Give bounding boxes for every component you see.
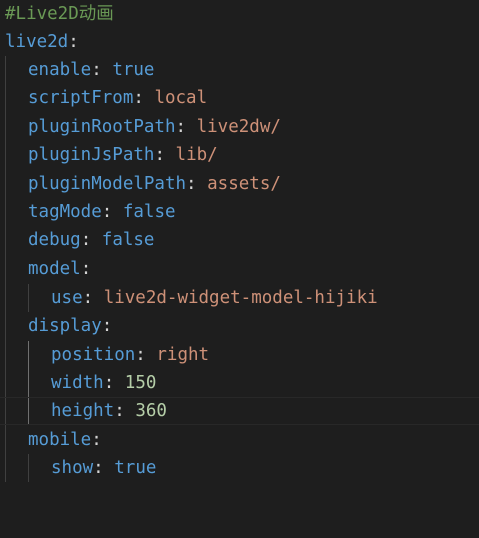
colon: : (103, 373, 115, 393)
yaml-value-position: right (156, 345, 210, 365)
colon: : (175, 117, 187, 137)
yaml-key-position: position (51, 345, 136, 365)
code-line-pluginjspath[interactable]: pluginJsPath: lib/ (0, 141, 479, 169)
code-line-display-width[interactable]: width: 150 (0, 369, 479, 397)
yaml-key-enable: enable (28, 60, 92, 80)
colon: : (133, 88, 144, 108)
comment-text: #Live2D动画 (5, 4, 114, 24)
code-line-model[interactable]: model: (0, 255, 479, 283)
yaml-key-tagmode: tagMode (28, 202, 102, 222)
colon: : (114, 401, 125, 421)
code-line-display-height-current[interactable]: height: 360 (0, 397, 479, 425)
code-line-comment[interactable]: #Live2D动画 (0, 0, 479, 28)
yaml-key-live2d: live2d (5, 32, 69, 52)
colon: : (91, 60, 102, 80)
yaml-key-debug: debug (28, 230, 81, 250)
code-line-pluginmodelpath[interactable]: pluginModelPath: assets/ (0, 170, 479, 198)
yaml-key-use: use (51, 288, 83, 308)
yaml-value-use: live2d-widget-model-hijiki (103, 288, 378, 308)
code-editor[interactable]: #Live2D动画 live2d: enable: true scriptFro… (0, 0, 479, 506)
code-line-model-use[interactable]: use: live2d-widget-model-hijiki (0, 284, 479, 312)
yaml-key-display: display (28, 316, 102, 336)
colon: : (135, 345, 146, 365)
yaml-key-show: show (51, 458, 94, 478)
yaml-value-show: true (114, 458, 157, 478)
code-line-mobile[interactable]: mobile: (0, 426, 479, 454)
yaml-value-height: 360 (135, 401, 167, 421)
colon: : (91, 430, 102, 450)
colon: : (68, 32, 79, 52)
colon: : (82, 288, 94, 308)
yaml-key-pluginjspath: pluginJsPath (28, 145, 155, 165)
yaml-key-mobile: mobile (28, 430, 92, 450)
colon: : (80, 230, 92, 250)
colon: : (101, 202, 113, 222)
yaml-key-width: width (51, 373, 104, 393)
yaml-key-height: height (51, 401, 115, 421)
yaml-key-scriptfrom: scriptFrom (28, 88, 134, 108)
code-line-display[interactable]: display: (0, 312, 479, 340)
code-line-mobile-show[interactable]: show: true (0, 454, 479, 482)
yaml-key-pluginmodelpath: pluginModelPath (28, 174, 187, 194)
colon: : (80, 259, 92, 279)
colon: : (93, 458, 104, 478)
code-line-enable[interactable]: enable: true (0, 56, 479, 84)
code-line-debug[interactable]: debug: false (0, 226, 479, 254)
colon: : (186, 174, 197, 194)
yaml-value-tagmode: false (122, 202, 176, 222)
code-line-scriptfrom[interactable]: scriptFrom: local (0, 84, 479, 112)
code-line-live2d[interactable]: live2d: (0, 28, 479, 56)
colon: : (154, 145, 165, 165)
yaml-key-pluginrootpath: pluginRootPath (28, 117, 176, 137)
yaml-value-enable: true (112, 60, 155, 80)
yaml-value-scriptfrom: local (154, 88, 208, 108)
yaml-key-model: model (28, 259, 81, 279)
colon: : (101, 316, 113, 336)
yaml-value-pluginmodelpath: assets/ (207, 174, 281, 194)
yaml-value-pluginjspath: lib/ (175, 145, 218, 165)
yaml-value-pluginrootpath: live2dw/ (196, 117, 281, 137)
code-line-pluginrootpath[interactable]: pluginRootPath: live2dw/ (0, 113, 479, 141)
yaml-value-debug: false (101, 230, 155, 250)
code-line-tagmode[interactable]: tagMode: false (0, 198, 479, 226)
code-line-display-position[interactable]: position: right (0, 341, 479, 369)
yaml-value-width: 150 (124, 373, 157, 393)
